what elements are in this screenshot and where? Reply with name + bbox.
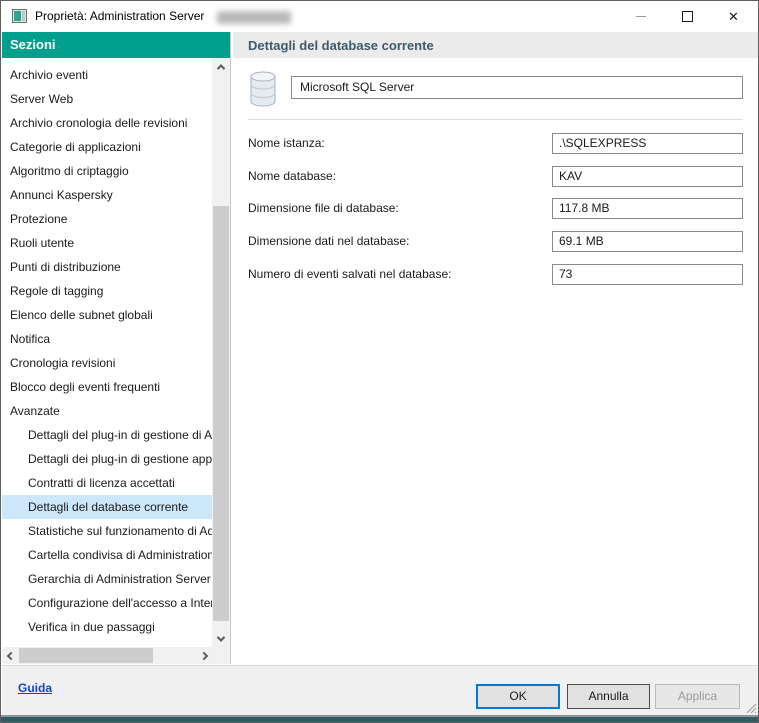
dialog-footer: Guida OK Annulla Applica xyxy=(2,665,759,715)
minimize-icon xyxy=(636,16,646,17)
app-window-icon xyxy=(12,9,27,23)
sidebar-item[interactable]: Annunci Kaspersky xyxy=(2,183,212,207)
field-label: Nome database: xyxy=(248,166,548,187)
pane-divider xyxy=(230,32,231,664)
vertical-scrollbar-thumb[interactable] xyxy=(213,206,229,621)
sidebar-item[interactable]: Dettagli dei plug-in di gestione applica… xyxy=(2,447,212,471)
field-label: Dimensione dati nel database: xyxy=(248,231,548,252)
close-button[interactable]: ✕ xyxy=(710,1,757,32)
window-title: Proprietà: Administration Server xyxy=(35,1,204,32)
field-label: Nome istanza: xyxy=(248,133,548,154)
maximize-icon xyxy=(682,11,693,22)
scrollbar-corner xyxy=(212,647,230,664)
scroll-left-button[interactable] xyxy=(2,647,19,664)
sections-horizontal-scrollbar[interactable] xyxy=(2,647,212,664)
scroll-right-button[interactable] xyxy=(195,647,212,664)
field-value[interactable]: 73 xyxy=(552,264,743,285)
field-value[interactable]: .\SQLEXPRESS xyxy=(552,133,743,154)
database-type-field[interactable]: Microsoft SQL Server xyxy=(291,76,743,99)
sidebar-item[interactable]: Archivio eventi xyxy=(2,63,212,87)
sidebar-item[interactable]: Server Web xyxy=(2,87,212,111)
field-label: Numero di eventi salvati nel database: xyxy=(248,264,548,285)
sidebar-item[interactable]: Verifica in due passaggi xyxy=(2,615,212,639)
sections-list: Archivio eventiServer WebArchivio cronol… xyxy=(2,58,213,647)
sections-header: Sezioni xyxy=(2,32,231,58)
page-title: Dettagli del database corrente xyxy=(233,32,759,58)
sections-vertical-scrollbar[interactable] xyxy=(212,58,230,647)
chevron-up-icon xyxy=(217,64,225,72)
field-value[interactable]: 117.8 MB xyxy=(552,198,743,219)
sidebar-item[interactable]: Cartella condivisa di Administration Ser… xyxy=(2,543,212,567)
sidebar-item[interactable]: Ruoli utente xyxy=(2,231,212,255)
chevron-right-icon xyxy=(199,651,207,659)
sidebar-item[interactable]: Notifica xyxy=(2,327,212,351)
sidebar-item[interactable]: Avanzate xyxy=(2,399,212,423)
minimize-button[interactable] xyxy=(618,1,664,32)
sidebar-item[interactable]: Statistiche sul funzionamento di Adminis… xyxy=(2,519,212,543)
sidebar-item[interactable]: Algoritmo di criptaggio xyxy=(2,159,212,183)
sidebar-item[interactable]: Dettagli del plug-in di gestione di Admi… xyxy=(2,423,212,447)
properties-dialog-window: Proprietà: Administration Server ✕ Sezio… xyxy=(0,0,759,723)
help-link[interactable]: Guida xyxy=(18,681,52,695)
scroll-down-button[interactable] xyxy=(212,630,230,647)
scroll-up-button[interactable] xyxy=(212,58,230,75)
chevron-down-icon xyxy=(217,633,225,641)
chevron-left-icon xyxy=(6,651,14,659)
sidebar-item[interactable]: Punti di distribuzione xyxy=(2,255,212,279)
database-icon xyxy=(249,71,277,110)
resize-grip-icon[interactable] xyxy=(745,702,756,716)
sidebar-item[interactable]: Categorie di applicazioni xyxy=(2,135,212,159)
ok-button[interactable]: OK xyxy=(476,684,560,709)
horizontal-scrollbar-thumb[interactable] xyxy=(19,648,153,663)
bottom-border-teal xyxy=(1,717,759,723)
maximize-button[interactable] xyxy=(664,1,710,32)
sidebar-item[interactable]: Contratti di licenza accettati xyxy=(2,471,212,495)
close-icon: ✕ xyxy=(728,10,739,23)
title-bar[interactable]: Proprietà: Administration Server ✕ xyxy=(1,1,758,32)
sidebar-item[interactable]: Archivio cronologia delle revisioni xyxy=(2,111,212,135)
sidebar-item[interactable]: Elenco delle subnet globali xyxy=(2,303,212,327)
field-value[interactable]: KAV xyxy=(552,166,743,187)
section-separator xyxy=(248,119,743,120)
sidebar-item[interactable]: Blocco degli eventi frequenti xyxy=(2,375,212,399)
redacted-server-name xyxy=(217,11,291,24)
field-label: Dimensione file di database: xyxy=(248,198,548,219)
cancel-button[interactable]: Annulla xyxy=(567,684,650,709)
field-value[interactable]: 69.1 MB xyxy=(552,231,743,252)
sidebar-item[interactable]: Protezione xyxy=(2,207,212,231)
sidebar-item[interactable]: Regole di tagging xyxy=(2,279,212,303)
sidebar-item[interactable]: Cronologia revisioni xyxy=(2,351,212,375)
sidebar-item-selected[interactable]: Dettagli del database corrente xyxy=(2,495,212,519)
apply-button-disabled: Applica xyxy=(655,684,740,709)
sidebar-item[interactable]: Gerarchia di Administration Server xyxy=(2,567,212,591)
sidebar-item[interactable]: Configurazione dell'accesso a Internet xyxy=(2,591,212,615)
